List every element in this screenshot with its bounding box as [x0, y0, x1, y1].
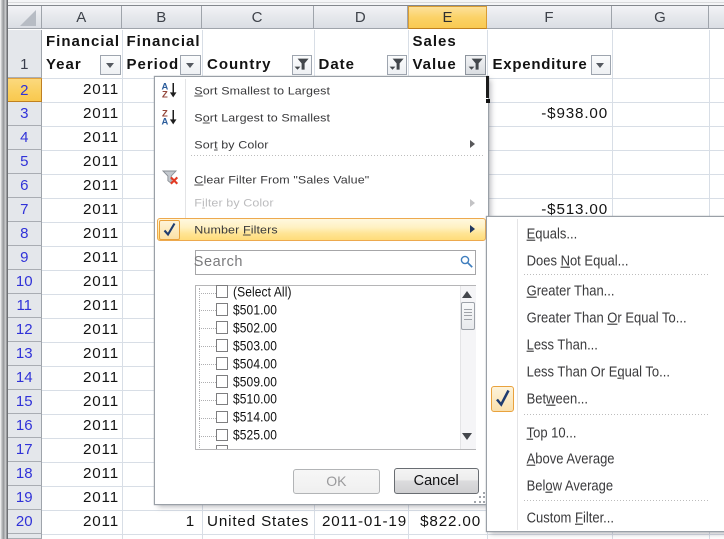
svg-text:Z: Z	[162, 88, 168, 98]
svg-text:A: A	[162, 115, 169, 125]
